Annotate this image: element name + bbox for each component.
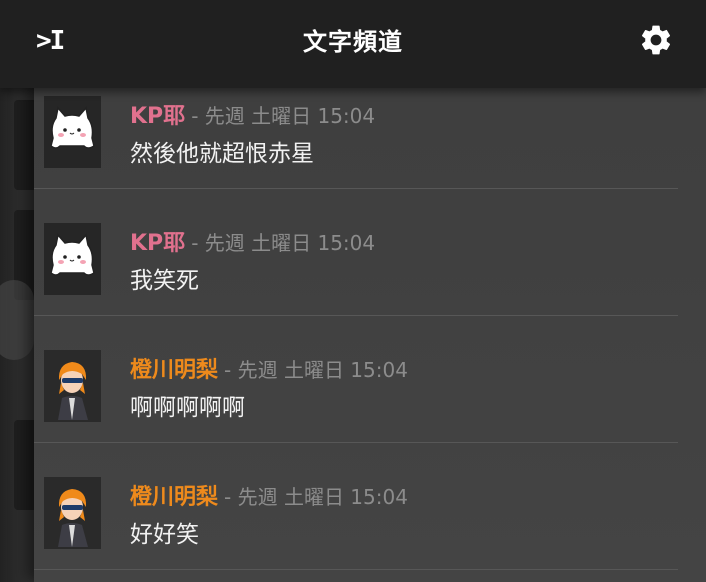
timestamp: - 先週 土曜日 15:04: [191, 231, 376, 255]
settings-button[interactable]: [638, 22, 674, 58]
background-item: [14, 100, 34, 190]
gear-icon: [641, 25, 671, 55]
avatar[interactable]: [44, 96, 101, 168]
avatar[interactable]: [44, 350, 101, 422]
message-text: 好好笑: [130, 522, 199, 548]
channel-title: 文字頻道: [303, 28, 403, 56]
message-text: 我笑死: [130, 268, 199, 294]
character-avatar-icon: [44, 350, 101, 422]
message-text: 然後他就超恨赤星: [130, 141, 314, 167]
author-name[interactable]: 橙川明梨: [130, 358, 218, 383]
author-name[interactable]: 橙川明梨: [130, 485, 218, 510]
message-item[interactable]: 橙川明梨 - 先週 土曜日 15:04 啊啊啊啊啊: [34, 316, 678, 443]
cat-avatar-icon: [50, 106, 95, 149]
message-item[interactable]: 橙川明梨 - 先週 土曜日 15:04 好好笑: [34, 443, 678, 570]
cat-avatar-icon: [50, 233, 95, 276]
avatar[interactable]: [44, 477, 101, 549]
message-header: 橙川明梨 - 先週 土曜日 15:04: [130, 352, 408, 384]
background-item: [0, 280, 34, 360]
author-name[interactable]: KP耶: [130, 104, 185, 129]
author-name[interactable]: KP耶: [130, 231, 185, 256]
message-header: 橙川明梨 - 先週 土曜日 15:04: [130, 479, 408, 511]
message-text: 啊啊啊啊啊: [130, 395, 245, 421]
avatar[interactable]: [44, 223, 101, 295]
app-window: KP耶 - 先週 土曜日 15:04 然後他就超恨赤星 KP耶 - 先週 土曜日 1…: [0, 0, 706, 582]
timestamp: - 先週 土曜日 15:04: [191, 104, 376, 128]
character-avatar-icon: [44, 477, 101, 549]
channel-header: >I 文字頻道: [0, 0, 706, 88]
message-header: KP耶 - 先週 土曜日 15:04: [130, 98, 375, 130]
message-item[interactable]: KP耶 - 先週 土曜日 15:04 我笑死: [34, 189, 678, 316]
timestamp: - 先週 土曜日 15:04: [224, 358, 408, 382]
background-item: [14, 420, 34, 510]
message-header: KP耶 - 先週 土曜日 15:04: [130, 225, 375, 257]
timestamp: - 先週 土曜日 15:04: [224, 485, 408, 509]
